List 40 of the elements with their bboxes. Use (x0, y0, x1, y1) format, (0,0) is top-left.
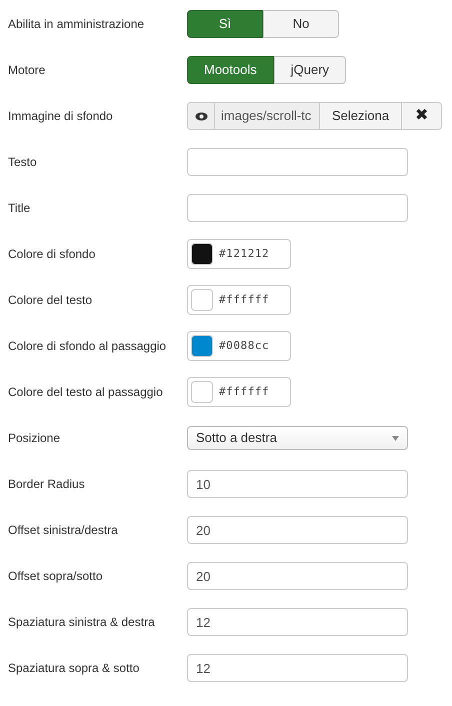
eye-icon (187, 102, 215, 130)
image-path-field[interactable]: images/scroll-tc (215, 102, 319, 130)
color-value: #ffffff (219, 384, 270, 400)
position-dropdown[interactable]: Sotto a destra (187, 426, 408, 450)
field-label: Offset sopra/sotto (7, 568, 104, 585)
field-label: Posizione (7, 430, 62, 447)
text-field[interactable]: 10 (187, 470, 408, 498)
color-field[interactable]: #0088cc (187, 331, 291, 361)
color-value: #0088cc (219, 338, 270, 354)
field-label: Colore di sfondo al passaggio (7, 338, 168, 355)
text-field[interactable] (187, 148, 408, 176)
toggle-option[interactable]: No (263, 10, 339, 38)
field-label: Testo (7, 154, 38, 171)
text-field[interactable]: 12 (187, 654, 408, 682)
field-label: Offset sinistra/destra (7, 522, 119, 539)
field-label: Abilita in amministrazione (7, 16, 146, 33)
field-label: Spaziatura sinistra & destra (7, 614, 156, 631)
field-label: Title (7, 200, 32, 217)
clear-button[interactable]: ✖ (402, 102, 442, 130)
toggle-option[interactable]: jQuery (274, 56, 346, 84)
field-label: Immagine di sfondo (7, 108, 114, 125)
color-field[interactable]: #121212 (187, 239, 291, 269)
text-field[interactable]: 20 (187, 562, 408, 590)
text-field[interactable]: 20 (187, 516, 408, 544)
caret-icon (392, 436, 399, 440)
field-label: Colore del testo al passaggio (7, 384, 164, 401)
toggle-option[interactable]: Sì (187, 10, 263, 38)
field-label: Motore (7, 62, 46, 79)
field-label: Colore del testo (7, 292, 94, 309)
field-label: Border Radius (7, 476, 86, 493)
color-field[interactable]: #ffffff (187, 285, 291, 315)
color-field[interactable]: #ffffff (187, 377, 291, 407)
text-field[interactable]: 12 (187, 608, 408, 636)
text-field[interactable] (187, 194, 408, 222)
field-label: Colore di sfondo (7, 246, 96, 263)
select-button[interactable]: Seleziona (319, 102, 402, 130)
color-value: #ffffff (219, 292, 270, 308)
toggle-option[interactable]: Mootools (187, 56, 274, 84)
field-label: Spaziatura sopra & sotto (7, 660, 140, 677)
color-value: #121212 (219, 246, 270, 262)
